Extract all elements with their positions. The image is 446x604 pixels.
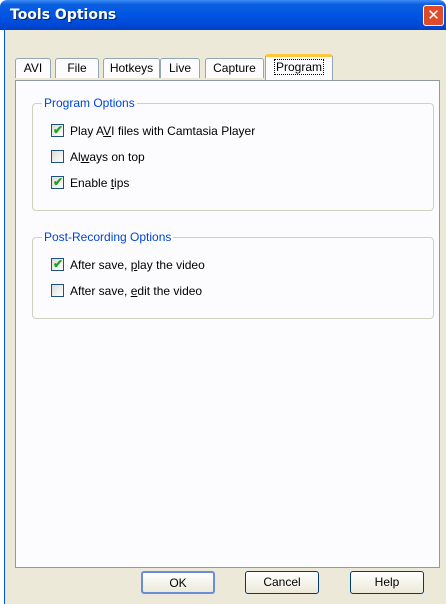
tab-file[interactable]: File <box>55 58 99 78</box>
tab-program-label: Program <box>273 59 324 75</box>
after-save-play-label: After save, play the video <box>70 258 205 272</box>
help-button[interactable]: Help <box>350 571 424 594</box>
always-on-top-label: Always on top <box>70 150 145 164</box>
tab-panel-program: Program Options ✔ Play AVI files with Ca… <box>15 80 440 568</box>
tab-file-label: File <box>67 61 87 75</box>
checkbox-box[interactable]: ✔ <box>51 257 64 271</box>
tab-hotkeys[interactable]: Hotkeys <box>103 58 160 78</box>
tab-program[interactable]: Program <box>265 54 333 80</box>
checkbox-box[interactable] <box>51 284 64 297</box>
tab-hotkeys-label: Hotkeys <box>109 61 154 75</box>
program-options-title: Program Options <box>42 96 137 110</box>
cancel-button[interactable]: Cancel <box>245 571 319 594</box>
title-bar[interactable]: Tools Options ✕ <box>0 0 446 30</box>
close-icon: ✕ <box>427 6 440 24</box>
tab-live-label: Live <box>168 61 191 75</box>
dialog-title: Tools Options <box>10 7 117 23</box>
checkbox-box[interactable]: ✔ <box>51 175 64 189</box>
checkbox-box[interactable] <box>51 150 64 163</box>
tools-options-dialog: Tools Options ✕ AVI File Hotkeys Live Ca… <box>0 0 446 604</box>
tab-live[interactable]: Live <box>160 58 200 78</box>
tab-avi[interactable]: AVI <box>15 58 51 78</box>
dialog-body: AVI File Hotkeys Live Capture Program Pr… <box>4 30 446 604</box>
tab-capture-label: Capture <box>213 61 256 75</box>
after-save-edit-label: After save, edit the video <box>70 284 203 298</box>
post-recording-options-group: Post-Recording Options ✔ After save, pla… <box>32 230 434 319</box>
enable-tips-label: Enable tips <box>70 176 130 190</box>
tab-capture[interactable]: Capture <box>205 58 264 78</box>
ok-button[interactable]: OK <box>141 571 215 594</box>
play-avi-label: Play AVI files with Camtasia Player <box>70 124 256 138</box>
checkmark-icon: ✔ <box>53 175 64 189</box>
close-button[interactable]: ✕ <box>423 5 444 26</box>
post-recording-options-title: Post-Recording Options <box>42 230 174 244</box>
checkmark-icon: ✔ <box>53 257 64 271</box>
tab-strip: AVI File Hotkeys Live Capture Program <box>15 54 435 80</box>
checkbox-box[interactable]: ✔ <box>51 123 64 137</box>
checkmark-icon: ✔ <box>53 123 64 137</box>
tab-avi-label: AVI <box>23 61 43 75</box>
program-options-group: Program Options ✔ Play AVI files with Ca… <box>32 96 434 211</box>
